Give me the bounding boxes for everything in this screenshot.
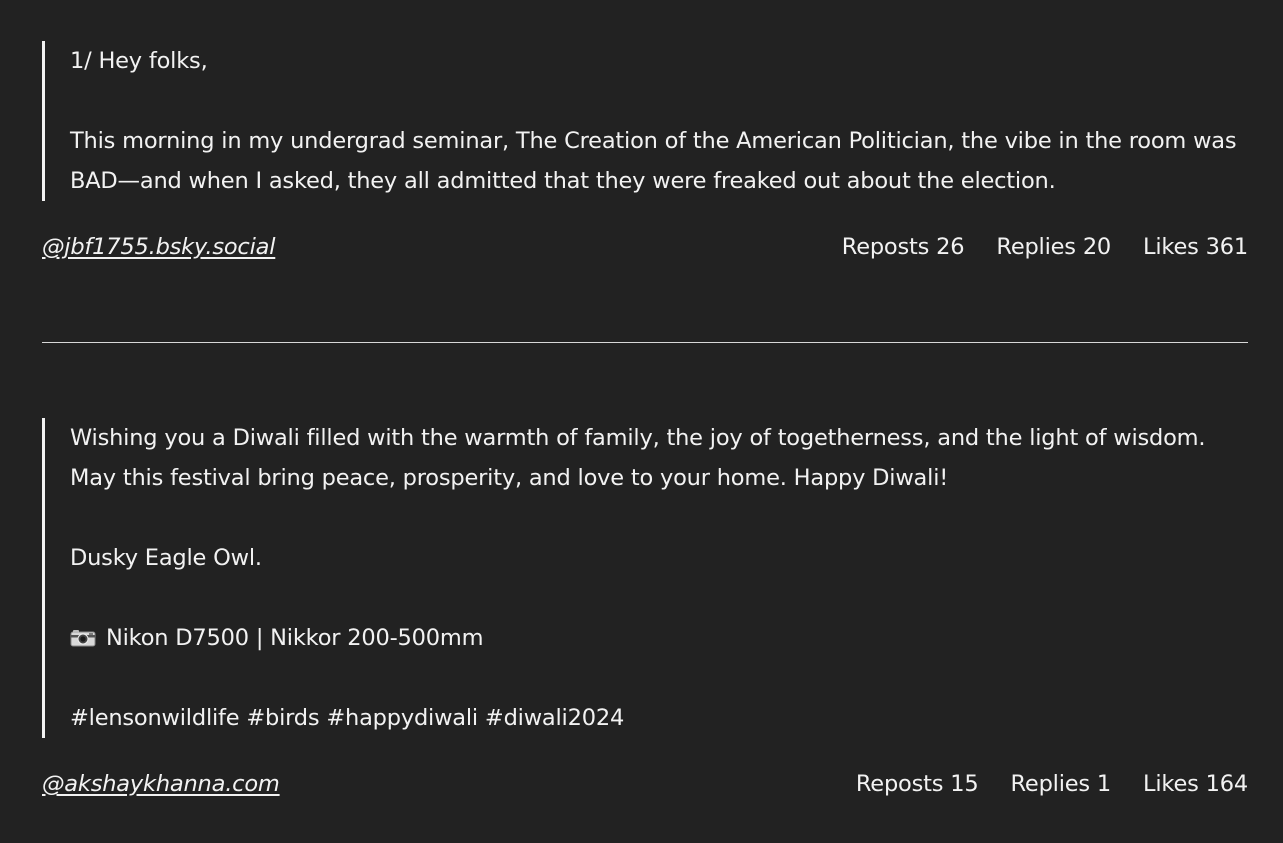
- likes-value: 361: [1205, 234, 1249, 260]
- post-paragraph: 1/ Hey folks,: [70, 48, 208, 74]
- post-stats: Reposts 15 Replies 1 Likes 164: [856, 771, 1248, 797]
- author-handle-link[interactable]: @akshaykhanna.com: [42, 771, 280, 797]
- post-paragraph: Wishing you a Diwali filled with the war…: [70, 425, 1213, 491]
- post-card: 1/ Hey folks, This morning in my undergr…: [42, 41, 1248, 265]
- post-card: Wishing you a Diwali filled with the war…: [42, 418, 1248, 802]
- post-divider: [42, 342, 1248, 343]
- replies-value: 1: [1096, 771, 1112, 797]
- post-feed: 1/ Hey folks, This morning in my undergr…: [0, 0, 1283, 843]
- reposts-value: 26: [936, 234, 965, 260]
- author-handle-link[interactable]: @jbf1755.bsky.social: [42, 234, 275, 260]
- reposts-label: Reposts: [841, 234, 930, 260]
- post-text-quote: Wishing you a Diwali filled with the war…: [42, 418, 1248, 738]
- likes-label: Likes: [1143, 234, 1199, 260]
- post-stats: Reposts 26 Replies 20 Likes 361: [842, 234, 1248, 260]
- replies-count: Replies 20: [996, 234, 1111, 260]
- likes-value: 164: [1205, 771, 1249, 797]
- post-text-quote: 1/ Hey folks, This morning in my undergr…: [42, 41, 1248, 201]
- replies-value: 20: [1082, 234, 1112, 260]
- reposts-label: Reposts: [855, 771, 944, 797]
- post-hashtags: #lensonwildlife #birds #happydiwali #diw…: [70, 705, 625, 731]
- reposts-count: Reposts 26: [842, 234, 965, 260]
- camera-icon: [70, 630, 96, 647]
- replies-label: Replies: [996, 234, 1076, 260]
- likes-count: Likes 164: [1143, 771, 1248, 797]
- likes-label: Likes: [1143, 771, 1199, 797]
- post-paragraph: This morning in my undergrad seminar, Th…: [70, 128, 1244, 194]
- camera-gear-line: Nikon D7500 | Nikkor 200-500mm: [70, 618, 1248, 658]
- replies-count: Replies 1: [1011, 771, 1112, 797]
- reposts-value: 15: [950, 771, 979, 797]
- likes-count: Likes 361: [1143, 234, 1248, 260]
- camera-gear-text: Nikon D7500 | Nikkor 200-500mm: [106, 625, 484, 651]
- reposts-count: Reposts 15: [856, 771, 979, 797]
- post-paragraph: Dusky Eagle Owl.: [70, 545, 262, 571]
- post-meta: @akshaykhanna.com Reposts 15 Replies 1 L…: [42, 766, 1248, 802]
- replies-label: Replies: [1010, 771, 1091, 797]
- post-meta: @jbf1755.bsky.social Reposts 26 Replies …: [42, 229, 1248, 265]
